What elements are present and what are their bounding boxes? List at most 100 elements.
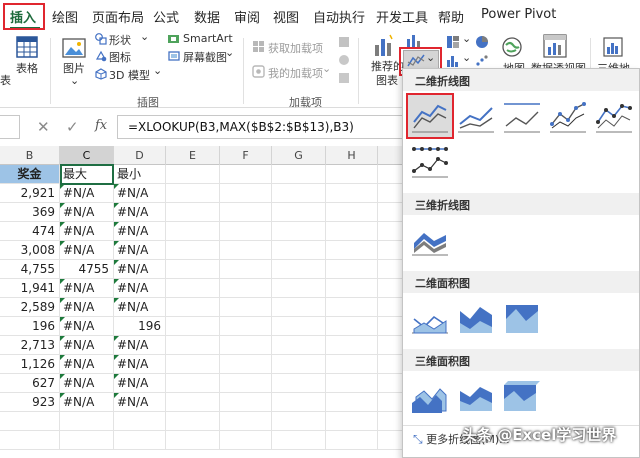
cell-bonus[interactable]: 369	[0, 203, 60, 222]
cell-empty[interactable]	[220, 241, 272, 260]
cell-empty[interactable]	[272, 222, 326, 241]
cancel-formula-button[interactable]: ✕	[37, 118, 50, 136]
insert-function-button[interactable]: fx	[95, 118, 107, 133]
hierarchy-dropdown-icon[interactable]: ⌄	[462, 32, 471, 45]
scatter-chart-icon[interactable]	[475, 54, 489, 68]
cell-max[interactable]: #N/A	[60, 203, 114, 222]
column-header-g[interactable]: G	[272, 146, 326, 165]
cell-empty[interactable]	[326, 317, 378, 336]
cell-empty[interactable]	[272, 431, 326, 450]
cell-empty[interactable]	[272, 279, 326, 298]
cell-empty[interactable]	[272, 203, 326, 222]
cell-empty[interactable]	[326, 393, 378, 412]
shapes-dropdown-icon[interactable]: ⌄	[140, 30, 149, 43]
cell-bonus[interactable]: 3,008	[0, 241, 60, 260]
column-header-f[interactable]: F	[220, 146, 272, 165]
cell-max[interactable]: #N/A	[60, 222, 114, 241]
cell-min[interactable]: #N/A	[114, 279, 166, 298]
my-addins-button[interactable]: 我的加载项	[268, 65, 323, 81]
3d-stacked-area-option[interactable]	[456, 377, 496, 413]
pie-chart-icon[interactable]	[475, 35, 489, 49]
tab-help[interactable]: 帮助	[438, 7, 464, 26]
cell-empty[interactable]	[166, 222, 220, 241]
cell-empty[interactable]	[326, 431, 378, 450]
column-header-b[interactable]: B	[0, 146, 60, 165]
cell-empty[interactable]	[326, 279, 378, 298]
cell-bonus[interactable]: 1,126	[0, 355, 60, 374]
3d-percent-stacked-area-option[interactable]	[502, 377, 542, 413]
stacked-line-chart-option[interactable]	[456, 98, 496, 134]
cell-empty[interactable]	[60, 412, 114, 431]
cell-max[interactable]: #N/A	[60, 241, 114, 260]
pictures-dropdown-icon[interactable]: ⌄	[70, 74, 79, 87]
cell-empty[interactable]	[326, 412, 378, 431]
tab-review[interactable]: 审阅	[234, 7, 260, 26]
tab-developer[interactable]: 开发工具	[376, 7, 428, 26]
shapes-button[interactable]: 形状	[109, 32, 131, 48]
cell-min[interactable]: #N/A	[114, 374, 166, 393]
cell-min[interactable]: #N/A	[114, 393, 166, 412]
percent-stacked-line-markers-option[interactable]	[410, 143, 450, 179]
cell-empty[interactable]	[326, 298, 378, 317]
tab-page-layout[interactable]: 页面布局	[92, 7, 144, 26]
cell-empty[interactable]	[326, 336, 378, 355]
tables-button[interactable]: 表	[0, 72, 11, 88]
cell-empty[interactable]	[272, 336, 326, 355]
cell-empty[interactable]	[272, 374, 326, 393]
cell-bonus[interactable]: 196	[0, 317, 60, 336]
cell-empty[interactable]	[114, 431, 166, 450]
column-header-e[interactable]: E	[166, 146, 220, 165]
name-box[interactable]	[0, 115, 20, 139]
cell-empty[interactable]	[272, 260, 326, 279]
cell-empty[interactable]	[220, 203, 272, 222]
cell-bonus[interactable]: 627	[0, 374, 60, 393]
3d-line-chart-option[interactable]	[410, 221, 450, 257]
line-with-markers-option[interactable]	[548, 98, 588, 134]
recommended-charts-label-2[interactable]: 图表	[376, 72, 398, 88]
cell-empty[interactable]	[220, 431, 272, 450]
cell-bonus[interactable]: 474	[0, 222, 60, 241]
cell-empty[interactable]	[166, 374, 220, 393]
cell-min[interactable]: 196	[114, 317, 166, 336]
cell-empty[interactable]	[220, 165, 272, 184]
cell-empty[interactable]	[326, 222, 378, 241]
cell-empty[interactable]	[166, 279, 220, 298]
cell-empty[interactable]	[326, 184, 378, 203]
cell-empty[interactable]	[166, 298, 220, 317]
cell-empty[interactable]	[166, 241, 220, 260]
cell-header-max[interactable]: 最大	[60, 165, 114, 184]
get-addins-button[interactable]: 获取加载项	[268, 40, 323, 56]
cell-empty[interactable]	[166, 336, 220, 355]
3d-model-dropdown-icon[interactable]: ⌄	[153, 64, 162, 77]
cell-min[interactable]: #N/A	[114, 298, 166, 317]
cell-empty[interactable]	[166, 355, 220, 374]
cell-empty[interactable]	[166, 431, 220, 450]
cell-max[interactable]: #N/A	[60, 336, 114, 355]
column-header-d[interactable]: D	[114, 146, 166, 165]
cell-bonus[interactable]: 4,755	[0, 260, 60, 279]
cell-max[interactable]: #N/A	[60, 317, 114, 336]
tab-power-pivot[interactable]: Power Pivot	[481, 7, 556, 22]
cell-empty[interactable]	[166, 184, 220, 203]
cell-max[interactable]: #N/A	[60, 355, 114, 374]
smartart-button[interactable]: SmartArt	[183, 32, 233, 45]
cell-empty[interactable]	[220, 393, 272, 412]
cell-empty[interactable]	[166, 165, 220, 184]
cell-empty[interactable]	[220, 222, 272, 241]
cell-empty[interactable]	[166, 203, 220, 222]
cell-empty[interactable]	[0, 412, 60, 431]
area-chart-option[interactable]	[410, 299, 450, 335]
cell-empty[interactable]	[326, 241, 378, 260]
my-addins-dropdown-icon[interactable]: ⌄	[322, 62, 331, 75]
cell-empty[interactable]	[272, 355, 326, 374]
cell-empty[interactable]	[272, 165, 326, 184]
cell-empty[interactable]	[326, 165, 378, 184]
cell-empty[interactable]	[114, 412, 166, 431]
cell-empty[interactable]	[220, 336, 272, 355]
screenshot-dropdown-icon[interactable]: ⌄	[225, 46, 234, 59]
cell-header-min[interactable]: 最小	[114, 165, 166, 184]
cell-empty[interactable]	[220, 184, 272, 203]
cell-empty[interactable]	[220, 317, 272, 336]
cell-empty[interactable]	[326, 355, 378, 374]
cell-empty[interactable]	[220, 374, 272, 393]
